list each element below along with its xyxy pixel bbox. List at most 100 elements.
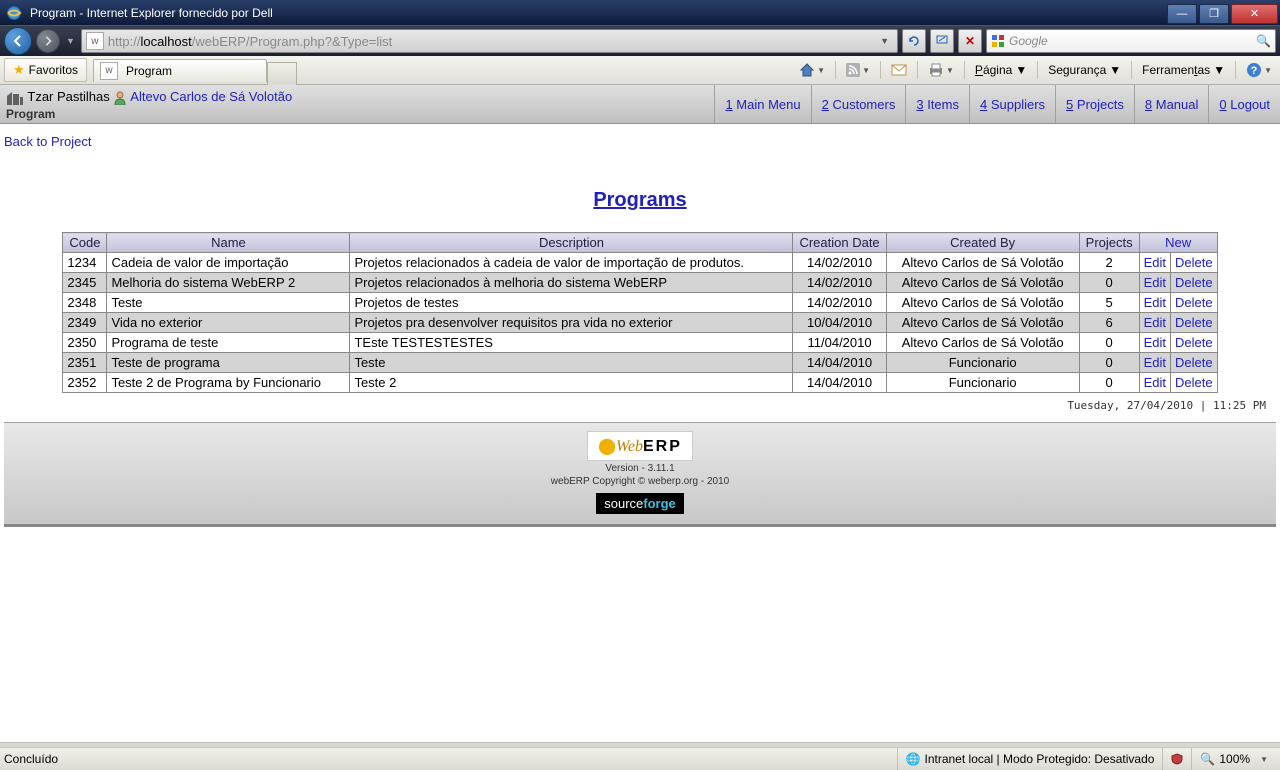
nav-main-menu[interactable]: 1 Main Menu <box>714 85 810 123</box>
stop-button[interactable]: ✕ <box>958 29 982 53</box>
tools-menu[interactable]: Ferramentas▼ <box>1138 61 1229 79</box>
cell-date: 14/02/2010 <box>793 253 886 273</box>
company-name: Tzar Pastilhas <box>27 89 109 104</box>
cell-name: Vida no exterior <box>107 313 350 333</box>
col-projects: Projects <box>1079 233 1139 253</box>
cell-date: 14/04/2010 <box>793 373 886 393</box>
erp-header: Tzar Pastilhas Altevo Carlos de Sá Volot… <box>0 85 1280 124</box>
erp-subtitle: Program <box>6 107 55 121</box>
maximize-button[interactable]: ❐ <box>1199 4 1229 24</box>
col-date: Creation Date <box>793 233 886 253</box>
star-icon: ★ <box>13 62 25 78</box>
nav-suppliers[interactable]: 4 Suppliers <box>969 85 1055 123</box>
new-tab-button[interactable] <box>267 62 297 85</box>
col-code: Code <box>63 233 107 253</box>
edit-link[interactable]: Edit <box>1139 373 1170 393</box>
nav-projects[interactable]: 5 Projects <box>1055 85 1134 123</box>
forward-button[interactable] <box>36 29 60 53</box>
programs-table: Code Name Description Creation Date Crea… <box>62 232 1217 393</box>
cell-by: Funcionario <box>886 353 1079 373</box>
version-text: Version - 3.11.1 <box>4 463 1276 474</box>
col-by: Created By <box>886 233 1079 253</box>
help-button[interactable]: ? ▼ <box>1242 60 1276 80</box>
cell-projects: 0 <box>1079 373 1139 393</box>
address-bar[interactable]: w http://localhost/webERP/Program.php?&T… <box>81 29 898 53</box>
cell-code: 1234 <box>63 253 107 273</box>
browser-tab[interactable]: w Program <box>93 59 267 82</box>
edit-link[interactable]: Edit <box>1139 313 1170 333</box>
edit-link[interactable]: Edit <box>1139 353 1170 373</box>
rss-icon <box>846 63 860 77</box>
compat-button[interactable] <box>930 29 954 53</box>
search-box[interactable]: Google 🔍 <box>986 29 1276 53</box>
cell-desc: Projetos pra desenvolver requisitos pra … <box>350 313 793 333</box>
cell-projects: 0 <box>1079 273 1139 293</box>
page-timestamp: Tuesday, 27/04/2010 | 11:25 PM <box>4 393 1276 422</box>
zoom-control[interactable]: 🔍 100% ▼ <box>1191 748 1276 770</box>
close-button[interactable]: ✕ <box>1231 4 1278 24</box>
back-to-project-link[interactable]: Back to Project <box>4 134 91 149</box>
favorites-button[interactable]: ★ Favoritos <box>4 58 87 82</box>
back-button[interactable] <box>4 27 32 55</box>
cell-date: 10/04/2010 <box>793 313 886 333</box>
person-icon <box>113 91 127 105</box>
window-titlebar: Program - Internet Explorer fornecido po… <box>0 0 1280 25</box>
favorites-label: Favoritos <box>29 63 78 77</box>
refresh-button[interactable] <box>902 29 926 53</box>
edit-link[interactable]: Edit <box>1139 333 1170 353</box>
minimize-button[interactable]: — <box>1167 4 1197 24</box>
search-icon[interactable]: 🔍 <box>1256 34 1271 48</box>
feeds-button[interactable]: ▼ <box>842 61 874 79</box>
help-icon: ? <box>1246 62 1262 78</box>
page-footer: ⬤WebERP Version - 3.11.1 webERP Copyrigh… <box>4 422 1276 527</box>
cell-by: Altevo Carlos de Sá Volotão <box>886 313 1079 333</box>
delete-link[interactable]: Delete <box>1171 373 1218 393</box>
cell-code: 2351 <box>63 353 107 373</box>
shield-icon <box>1171 753 1183 765</box>
status-bar: Concluído 🌐 Intranet local | Modo Proteg… <box>0 747 1280 770</box>
protected-mode-toggle[interactable] <box>1162 748 1191 770</box>
nav-customers[interactable]: 2 Customers <box>811 85 906 123</box>
print-icon <box>928 63 944 77</box>
copyright-text: webERP Copyright © weberp.org - 2010 <box>4 476 1276 487</box>
search-placeholder: Google <box>1009 34 1048 48</box>
table-row: 2350Programa de testeTEste TESTESTESTES1… <box>63 333 1217 353</box>
cell-by: Funcionario <box>886 373 1079 393</box>
nav-logout[interactable]: 0 Logout <box>1208 85 1280 123</box>
delete-link[interactable]: Delete <box>1171 273 1218 293</box>
cell-code: 2349 <box>63 313 107 333</box>
delete-link[interactable]: Delete <box>1171 253 1218 273</box>
sourceforge-logo[interactable]: sourceforge <box>596 493 684 514</box>
edit-link[interactable]: Edit <box>1139 273 1170 293</box>
table-row: 2349Vida no exteriorProjetos pra desenvo… <box>63 313 1217 333</box>
browser-navbar: ▼ w http://localhost/webERP/Program.php?… <box>0 25 1280 56</box>
tab-title: Program <box>126 64 172 78</box>
ie-icon <box>5 4 23 22</box>
page-menu[interactable]: Página▼ <box>971 61 1031 79</box>
status-text: Concluído <box>4 752 58 766</box>
cell-by: Altevo Carlos de Sá Volotão <box>886 273 1079 293</box>
nav-history-dropdown[interactable]: ▼ <box>64 36 77 46</box>
delete-link[interactable]: Delete <box>1171 333 1218 353</box>
address-history-dropdown[interactable]: ▼ <box>876 36 893 46</box>
edit-link[interactable]: Edit <box>1139 253 1170 273</box>
user-link[interactable]: Altevo Carlos de Sá Volotão <box>130 89 292 104</box>
delete-link[interactable]: Delete <box>1171 313 1218 333</box>
delete-link[interactable]: Delete <box>1171 353 1218 373</box>
ie-toolbar: ★ Favoritos w Program ▼ ▼ <box>0 56 1280 85</box>
home-button[interactable]: ▼ <box>795 60 829 80</box>
edit-link[interactable]: Edit <box>1139 293 1170 313</box>
cell-desc: Teste <box>350 353 793 373</box>
weberp-logo[interactable]: ⬤WebERP <box>587 431 693 461</box>
security-zone[interactable]: 🌐 Intranet local | Modo Protegido: Desat… <box>897 748 1163 770</box>
security-menu[interactable]: Segurança▼ <box>1044 61 1125 79</box>
print-button[interactable]: ▼ <box>924 61 958 79</box>
col-new[interactable]: New <box>1139 233 1217 253</box>
delete-link[interactable]: Delete <box>1171 293 1218 313</box>
nav-items[interactable]: 3 Items <box>905 85 969 123</box>
cell-date: 14/04/2010 <box>793 353 886 373</box>
nav-manual[interactable]: 8 Manual <box>1134 85 1209 123</box>
mail-button[interactable] <box>887 62 911 78</box>
cell-by: Altevo Carlos de Sá Volotão <box>886 333 1079 353</box>
url-text: http://localhost/webERP/Program.php?&Typ… <box>108 34 876 49</box>
